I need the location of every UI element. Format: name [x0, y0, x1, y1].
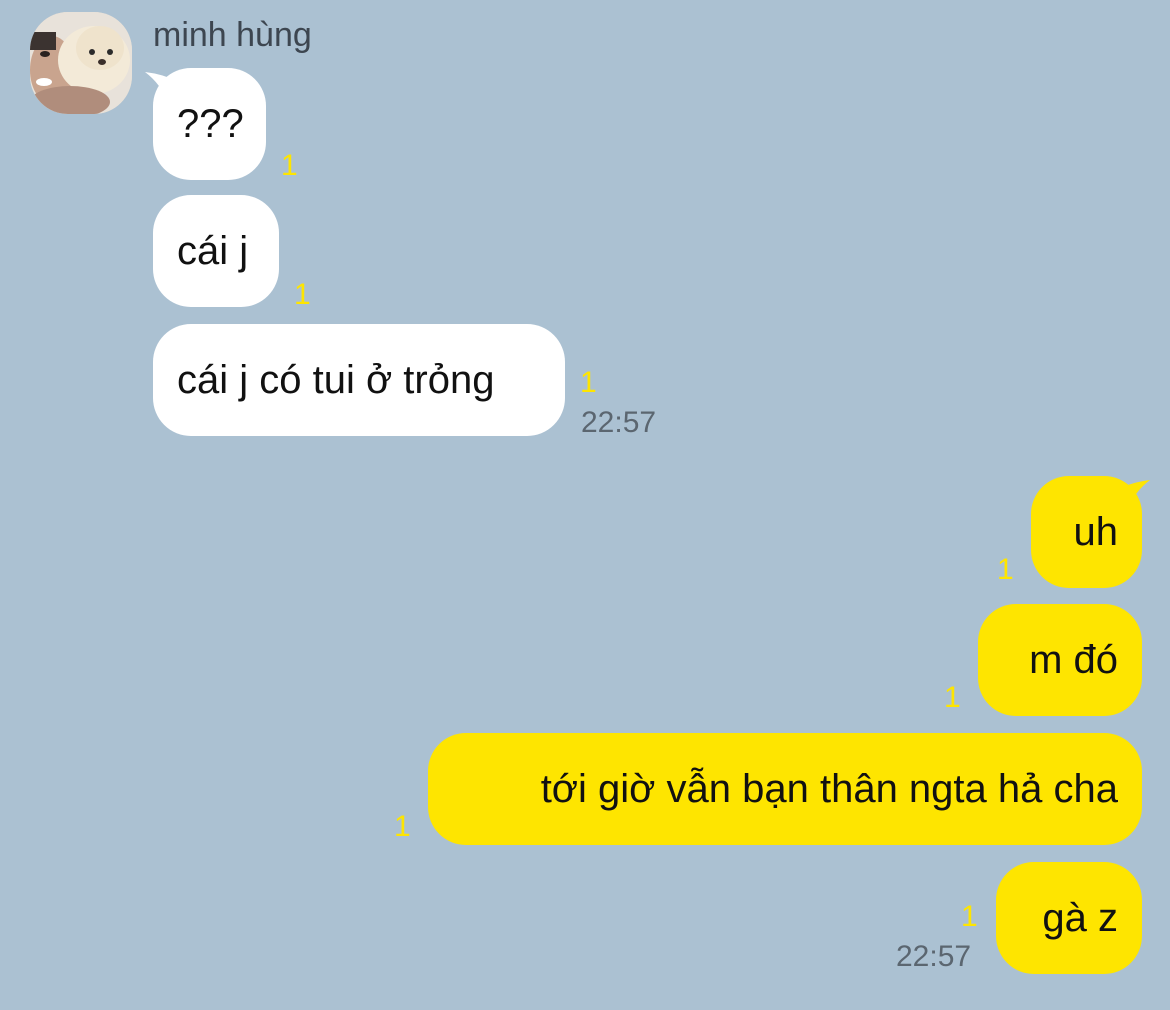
unread-count: 1	[281, 149, 298, 182]
incoming-message-bubble[interactable]: cái j	[153, 195, 279, 307]
incoming-message-bubble[interactable]: cái j có tui ở trỏng	[153, 324, 565, 436]
unread-count: 1	[294, 278, 311, 311]
outgoing-message-bubble[interactable]: tới giờ vẫn bạn thân ngta hả cha	[428, 733, 1142, 845]
avatar-photo-icon	[30, 12, 132, 114]
outgoing-message-bubble[interactable]: gà z	[996, 862, 1142, 974]
message-text: gà z	[1042, 896, 1118, 940]
message-text: ???	[177, 102, 244, 146]
outgoing-message-bubble[interactable]: m đó	[978, 604, 1142, 716]
message-text: tới giờ vẫn bạn thân ngta hả cha	[540, 767, 1118, 811]
sender-name: minh hùng	[153, 16, 312, 54]
message-text: cái j có tui ở trỏng	[177, 358, 495, 402]
incoming-message-bubble[interactable]: ???	[153, 68, 266, 180]
unread-count: 1	[961, 900, 978, 933]
message-timestamp: 22:57	[581, 406, 657, 439]
unread-count: 1	[394, 810, 411, 843]
outgoing-message-bubble[interactable]: uh	[1031, 476, 1142, 588]
unread-count: 1	[997, 553, 1014, 586]
avatar[interactable]	[30, 12, 132, 114]
message-text: m đó	[1029, 638, 1118, 682]
message-text: uh	[1073, 510, 1119, 554]
unread-count: 1	[580, 366, 597, 399]
message-text: cái j	[177, 229, 249, 273]
message-timestamp: 22:57	[896, 940, 972, 973]
unread-count: 1	[944, 681, 961, 714]
